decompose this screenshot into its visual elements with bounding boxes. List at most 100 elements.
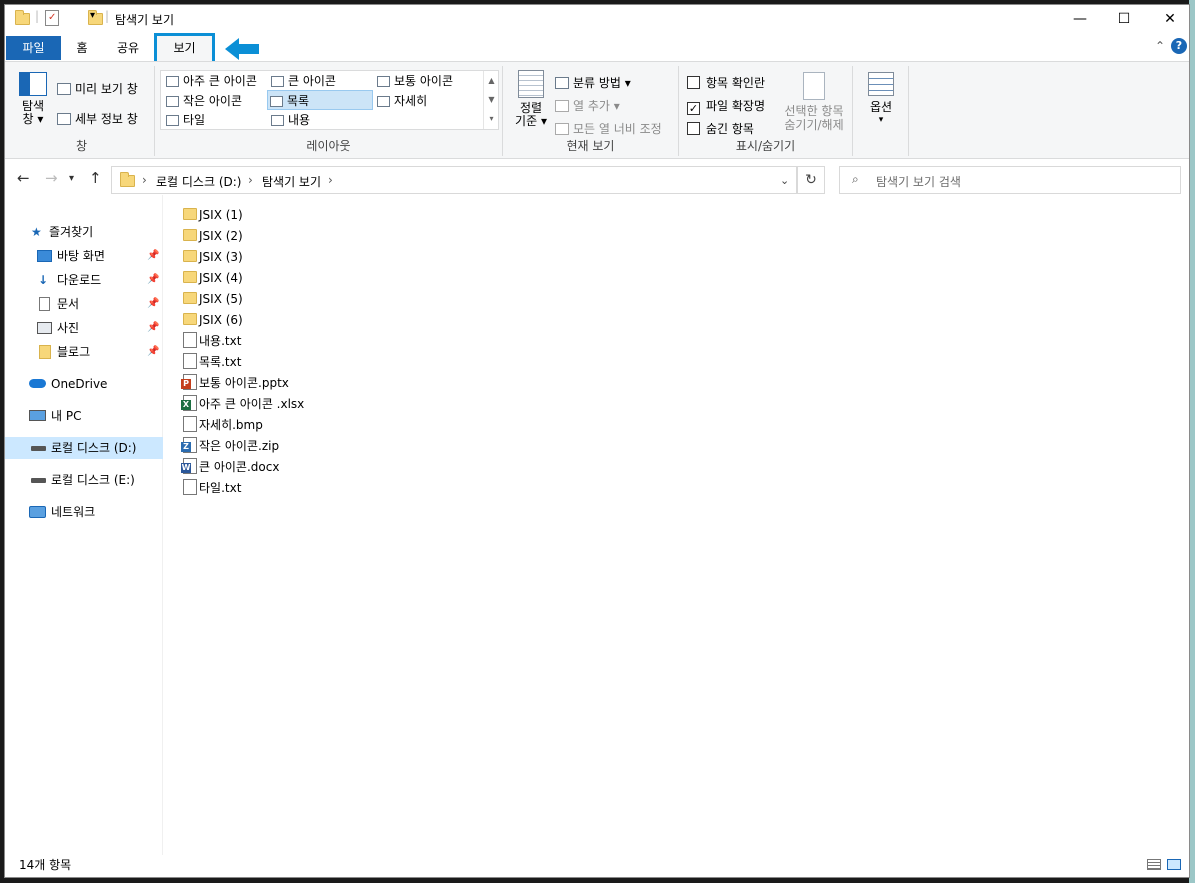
pptx-file-icon: P: [181, 374, 197, 390]
size-all-columns-button[interactable]: 모든 열 너비 조정: [555, 120, 662, 137]
file-name: JSIX (4): [199, 271, 243, 285]
file-list-item[interactable]: W 큰 아이콘.docx: [181, 457, 783, 478]
add-columns-button[interactable]: 열 추가 ▾: [555, 97, 620, 114]
file-name: 내용.txt: [199, 334, 242, 348]
desktop-icon: [37, 250, 52, 262]
file-list-item[interactable]: 타일.txt: [183, 478, 783, 499]
file-list-item[interactable]: 목록.txt: [183, 352, 783, 373]
back-arrow-icon[interactable]: ←: [17, 169, 30, 187]
folder-icon: [120, 172, 135, 187]
tab-view[interactable]: 보기: [154, 33, 215, 64]
sort-by-button[interactable]: 정렬 기준 ▾: [511, 70, 551, 128]
pin-icon[interactable]: 📌: [147, 317, 159, 339]
large-icons-view-icon[interactable]: [1167, 859, 1181, 870]
file-list-item[interactable]: JSIX (5): [183, 289, 783, 310]
file-list-item[interactable]: JSIX (3): [183, 247, 783, 268]
nav-item-desktop[interactable]: 바탕 화면 📌: [5, 245, 163, 267]
tab-share[interactable]: 공유: [108, 36, 148, 60]
layout-extra-large-icons[interactable]: 아주 큰 아이콘: [164, 71, 257, 91]
maximize-button[interactable]: ☐: [1101, 5, 1147, 33]
help-icon[interactable]: ?: [1171, 38, 1187, 54]
breadcrumb-separator: ›: [248, 173, 253, 187]
item-checkboxes-toggle[interactable]: 항목 확인란: [687, 74, 765, 91]
collapse-ribbon-icon[interactable]: ⌃: [1155, 39, 1165, 53]
minimize-button[interactable]: —: [1057, 5, 1103, 33]
address-bar[interactable]: › 로컬 디스크 (D:) › 탐색기 보기 › ⌄: [111, 166, 797, 194]
address-dropdown-icon[interactable]: ⌄: [780, 174, 789, 187]
options-button[interactable]: 옵션 ▾: [861, 72, 901, 126]
close-button[interactable]: ✕: [1147, 5, 1189, 33]
breadcrumb-drive[interactable]: 로컬 디스크 (D:): [156, 173, 241, 190]
file-extensions-checkbox[interactable]: ✓: [687, 102, 700, 115]
layout-scroll[interactable]: ▲ ▼ ▾: [483, 71, 499, 129]
file-list-item[interactable]: JSIX (2): [183, 226, 783, 247]
medium-icons-icon: [377, 76, 390, 87]
extra-large-icons-icon: [166, 76, 179, 87]
hide-selected-button[interactable]: 선택한 항목 숨기기/해제: [779, 72, 849, 132]
preview-pane-button[interactable]: 미리 보기 창: [57, 80, 138, 97]
add-columns-label: 열 추가: [573, 99, 610, 113]
pin-icon[interactable]: 📌: [147, 341, 159, 363]
layout-medium-icons[interactable]: 보통 아이콘: [375, 71, 453, 91]
details-view-icon[interactable]: [1147, 859, 1161, 870]
file-list-item[interactable]: 내용.txt: [183, 331, 783, 352]
hidden-items-toggle[interactable]: 숨긴 항목: [687, 120, 754, 137]
folder-icon: [183, 292, 197, 304]
pin-icon[interactable]: 📌: [147, 269, 159, 291]
layout-small-icons[interactable]: 작은 아이콘: [164, 91, 242, 111]
size-columns-icon: [555, 123, 569, 135]
recent-locations-icon[interactable]: ▾: [69, 173, 74, 184]
file-extensions-toggle[interactable]: ✓ 파일 확장명: [687, 97, 765, 115]
file-list-item[interactable]: X 아주 큰 아이콘 .xlsx: [181, 394, 783, 415]
nav-this-pc[interactable]: 내 PC: [5, 405, 163, 427]
layout-large-icons[interactable]: 큰 아이콘: [269, 71, 336, 91]
breadcrumb-folder[interactable]: 탐색기 보기: [262, 173, 321, 190]
pin-icon[interactable]: 📌: [147, 245, 159, 267]
hidden-items-checkbox[interactable]: [687, 122, 700, 135]
nav-item-label: 문서: [57, 297, 80, 311]
network-icon: [29, 506, 46, 518]
customize-quick-access-icon[interactable]: ▾: [90, 10, 95, 26]
refresh-button[interactable]: ↻: [797, 166, 825, 194]
tab-home[interactable]: 홈: [69, 36, 95, 60]
up-arrow-icon[interactable]: ↑: [89, 169, 102, 187]
nav-item-documents[interactable]: 문서 📌: [5, 293, 163, 315]
nav-drive-e[interactable]: 로컬 디스크 (E:): [5, 469, 163, 491]
layout-details[interactable]: 자세히: [375, 91, 427, 111]
properties-icon[interactable]: ✓: [45, 10, 59, 26]
file-list-item[interactable]: Z 작은 아이콘.zip: [181, 436, 783, 457]
small-icons-icon: [166, 96, 179, 107]
item-checkboxes-checkbox[interactable]: [687, 76, 700, 89]
item-count: 14개 항목: [19, 858, 72, 872]
navigation-pane-button[interactable]: 탐색 창 ▾: [17, 72, 49, 126]
file-list-item[interactable]: JSIX (1): [183, 205, 783, 226]
nav-onedrive[interactable]: OneDrive: [5, 373, 163, 395]
forward-arrow-icon[interactable]: →: [45, 169, 58, 187]
layout-list[interactable]: 목록: [267, 90, 373, 110]
tab-file[interactable]: 파일: [6, 36, 61, 60]
cloud-icon: [29, 379, 46, 388]
search-placeholder: 탐색기 보기 검색: [876, 175, 961, 189]
file-list-item[interactable]: JSIX (6): [183, 310, 783, 331]
file-list-item[interactable]: JSIX (4): [183, 268, 783, 289]
nav-drive-d[interactable]: 로컬 디스크 (D:): [5, 437, 163, 459]
file-list-item[interactable]: 자세히.bmp: [183, 415, 783, 436]
nav-item-downloads[interactable]: ↓ 다운로드 📌: [5, 269, 163, 291]
search-box[interactable]: ⌕ 탐색기 보기 검색: [839, 166, 1181, 194]
pin-icon[interactable]: 📌: [147, 293, 159, 315]
nav-onedrive-label: OneDrive: [51, 377, 108, 391]
group-by-button[interactable]: 분류 방법 ▾: [555, 74, 631, 91]
nav-network[interactable]: 네트워크: [5, 501, 163, 523]
layout-content[interactable]: 내용: [269, 110, 310, 130]
list-label: 목록: [287, 94, 310, 108]
docx-badge-icon: W: [181, 463, 191, 473]
nav-quick-access[interactable]: ★ 즐겨찾기: [5, 221, 163, 243]
file-list-item[interactable]: P 보통 아이콘.pptx: [181, 373, 783, 394]
file-name: 타일.txt: [199, 481, 242, 495]
file-name: 아주 큰 아이콘 .xlsx: [199, 397, 305, 411]
layout-tiles[interactable]: 타일: [164, 110, 205, 130]
pane-group-label: 창: [75, 139, 88, 153]
nav-item-pictures[interactable]: 사진 📌: [5, 317, 163, 339]
nav-item-blog[interactable]: 블로그 📌: [5, 341, 163, 363]
details-pane-button[interactable]: 세부 정보 창: [57, 110, 138, 127]
